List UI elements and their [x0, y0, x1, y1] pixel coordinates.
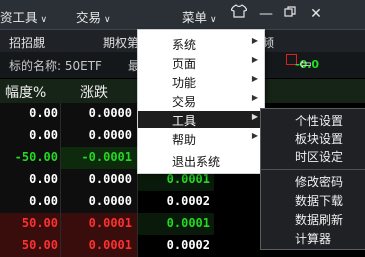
menu-item-system[interactable]: 系统 ▶	[138, 35, 264, 52]
cell-value: 0.0001	[166, 216, 210, 230]
caret-right-icon: ▶	[251, 131, 258, 140]
col-change-pct[interactable]: 幅度%	[5, 82, 46, 102]
cell-change-pct: -50.00	[14, 150, 58, 164]
menu-item-trade[interactable]: 交易 ▶	[138, 92, 264, 109]
caret-right-icon: ▶	[251, 93, 258, 102]
cell-change: 0.0000	[88, 106, 132, 120]
cell-change-pct: 0.00	[29, 172, 58, 186]
menu-main-label: 菜单	[182, 10, 208, 25]
cell-change-pct: 0.00	[29, 106, 58, 120]
cell-change-pct: 50.00	[21, 216, 58, 230]
menu-item-label: 功能	[172, 76, 197, 90]
menu-separator	[261, 169, 365, 170]
cell-change-pct: 50.00	[21, 238, 58, 252]
submenu-personal-settings[interactable]: 个性设置	[295, 112, 343, 129]
caret-right-icon: ▶	[251, 112, 258, 121]
caret-right-icon: ▶	[251, 55, 258, 64]
tools-submenu: 个性设置 板块设置 时区设定 修改密码 数据下载 数据刷新 计算器	[260, 108, 365, 250]
cell-change-pct: 0.00	[29, 194, 58, 208]
cell-value: 0.0001	[166, 172, 210, 186]
cell-change-pct: 0.00	[29, 128, 58, 142]
cell-change: 0.0001	[88, 216, 132, 230]
cell-value: 0.0002	[166, 194, 210, 208]
header-item[interactable]: 期权第	[103, 34, 139, 51]
back-arrow-icon[interactable]: ⇦	[299, 55, 312, 73]
chevron-down-icon: ∨	[40, 15, 48, 25]
underlying-name: 标的名称: 50ETF	[9, 59, 102, 73]
menu-tools-label: 资工具	[0, 10, 38, 25]
cell-change: -0.0001	[81, 150, 132, 164]
submenu-data-download[interactable]: 数据下载	[295, 192, 343, 209]
menu-item-label: 交易	[172, 95, 197, 109]
close-icon[interactable]: ✕	[305, 4, 327, 24]
submenu-sector-settings[interactable]: 板块设置	[295, 130, 343, 147]
main-menu-popup: 系统 ▶ 页面 ▶ 功能 ▶ 交易 ▶ 工具 ▶ 帮助 ▶ 退出系统	[137, 29, 265, 174]
cell-value: 0.0002	[166, 238, 210, 252]
cell-change: 0.0001	[88, 238, 132, 252]
caret-right-icon: ▶	[251, 36, 258, 45]
submenu-timezone[interactable]: 时区设定	[295, 148, 343, 165]
header-item[interactable]: 招招覷	[9, 34, 45, 51]
caret-right-icon: ▶	[251, 74, 258, 83]
menu-item-function[interactable]: 功能 ▶	[138, 73, 264, 90]
menu-trade-label: 交易	[76, 10, 102, 25]
menu-item-label: 页面	[172, 57, 197, 71]
col-change[interactable]: 涨跌	[80, 82, 108, 102]
cell-change: 0.0000	[88, 172, 132, 186]
submenu-change-password[interactable]: 修改密码	[295, 173, 343, 190]
restore-icon[interactable]	[279, 4, 301, 24]
submenu-calculator[interactable]: 计算器	[295, 230, 331, 247]
chevron-down-icon: ∨	[210, 15, 217, 25]
menu-main[interactable]: 菜单 ∨	[182, 7, 217, 26]
chevron-down-icon: ∨	[104, 15, 111, 25]
menu-item-label: 系统	[172, 38, 197, 52]
menu-item-label: 退出系统	[172, 155, 221, 169]
cell-change: 0.0000	[88, 128, 132, 142]
menu-tools[interactable]: 资工具 ∨	[0, 7, 47, 26]
menu-trade[interactable]: 交易 ∨	[76, 7, 111, 26]
shirt-icon[interactable]	[228, 4, 250, 24]
menu-item-label: 帮助	[172, 133, 197, 147]
menu-item-label: 工具	[172, 114, 197, 128]
menu-item-tools[interactable]: 工具 ▶	[138, 111, 264, 128]
menu-item-exit[interactable]: 退出系统	[138, 152, 264, 169]
submenu-data-refresh[interactable]: 数据刷新	[295, 211, 343, 228]
cell-change: 0.0000	[88, 194, 132, 208]
menu-item-page[interactable]: 页面 ▶	[138, 54, 264, 71]
minimize-icon[interactable]: —	[255, 4, 277, 24]
menu-item-help[interactable]: 帮助 ▶	[138, 130, 264, 147]
